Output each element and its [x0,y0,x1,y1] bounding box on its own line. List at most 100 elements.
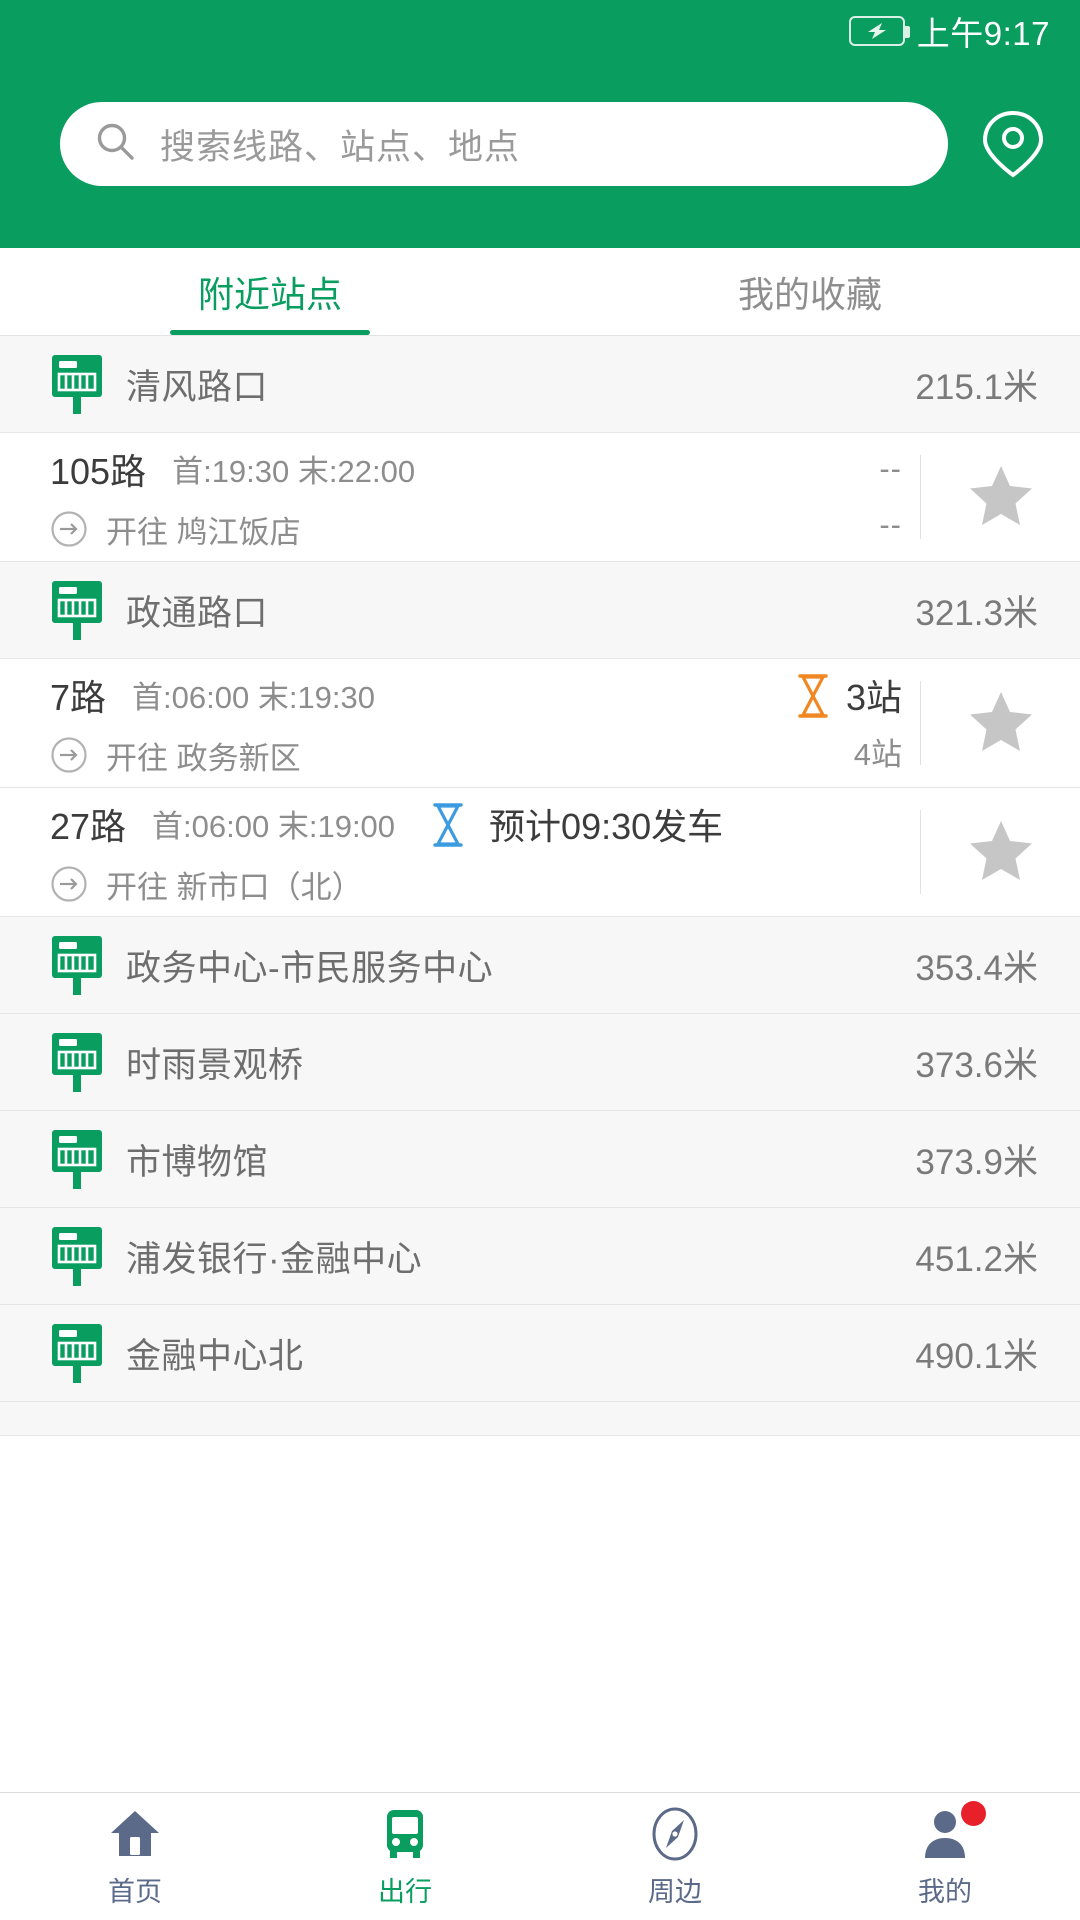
map-pin-icon[interactable] [974,102,1052,186]
favorite-toggle[interactable] [920,455,1080,539]
star-icon [968,463,1034,532]
bus-stop-sign-icon [50,1031,104,1093]
route-service-times: 首:06:00 末:19:30 [132,680,376,715]
route-number: 105路 [50,450,147,492]
arrow-right-circle-icon [50,865,88,903]
route-eta-primary: -- [879,451,902,486]
bus-stop-sign-icon [50,1128,104,1190]
tab-nearby-stations-label: 附近站点 [197,273,342,315]
route-eta-secondary-row: -- [879,504,902,546]
tab-nearby-stations[interactable]: 附近站点 [0,248,540,335]
route-row[interactable]: 105路 首:19:30 末:22:00 开往 鸠江饭店 -- -- [0,433,1080,562]
nearby-list[interactable]: 清风路口 215.1米 105路 首:19:30 末:22:00 开往 鸠江饭店… [0,336,1080,1792]
bus-stop-sign-icon [50,934,104,996]
favorite-toggle[interactable] [920,681,1080,765]
nav-item-travel-label: 出行 [378,1876,432,1907]
station-name: 清风路口 [126,367,269,407]
route-destination: 开往 政务新区 [50,733,600,778]
route-row[interactable]: 7路 首:06:00 末:19:30 开往 政务新区 3站 4站 [0,659,1080,788]
route-header: 105路 首:19:30 末:22:00 [50,443,600,495]
bottom-navigation: 首页 出行 周边 我的 [0,1792,1080,1920]
station-row[interactable]: 金融中心北 490.1米 [0,1305,1080,1402]
route-number: 27路 [50,805,127,847]
route-number: 7路 [50,676,107,718]
route-eta-primary-row: 3站 [794,673,902,718]
nav-item-nearby[interactable]: 周边 [540,1793,810,1920]
route-info: 27路 首:06:00 末:19:00 预计09:30发车 开往 新市口（北） [50,788,920,916]
nav-item-nearby-label: 周边 [648,1876,702,1907]
app-root: 上午9:17 搜索线路、站点、地点 附近站点 我的收藏 清风路口 215.1米 … [0,0,1080,1920]
star-icon [968,689,1034,758]
route-info: 7路 首:06:00 末:19:30 开往 政务新区 [50,659,600,787]
home-icon [106,1805,164,1863]
nav-item-profile-label: 我的 [918,1876,972,1907]
search-icon [94,120,138,169]
nav-item-travel[interactable]: 出行 [270,1793,540,1920]
route-eta-primary: 3站 [845,677,902,718]
route-eta-secondary: -- [879,507,902,542]
nav-item-profile[interactable]: 我的 [810,1793,1080,1920]
tab-my-favorites[interactable]: 我的收藏 [540,248,1080,335]
station-distance: 353.4米 [915,948,1038,988]
station-distance: 321.3米 [915,593,1038,633]
route-destination: 开往 鸠江饭店 [50,507,600,552]
station-distance: 373.9米 [915,1142,1038,1182]
route-eta-primary: 预计09:30发车 [489,805,724,847]
notification-badge [961,1800,986,1826]
station-row[interactable]: 政务中心-市民服务中心 353.4米 [0,917,1080,1014]
route-destination: 开往 新市口（北） [50,862,920,907]
segment-tabs: 附近站点 我的收藏 [0,248,1080,336]
search-input[interactable]: 搜索线路、站点、地点 [60,102,948,186]
tab-active-indicator [170,330,370,335]
app-header: 上午9:17 搜索线路、站点、地点 [0,0,1080,248]
route-row[interactable]: 27路 首:06:00 末:19:00 预计09:30发车 开往 新市口（北） [0,788,1080,917]
bus-stop-sign-icon [50,353,104,415]
station-name: 金融中心北 [126,1336,304,1376]
station-name: 政务中心-市民服务中心 [126,948,494,988]
route-destination-label: 开往 政务新区 [106,740,301,776]
station-name: 浦发银行·金融中心 [126,1239,423,1279]
route-eta: -- -- [600,433,920,561]
arrow-right-circle-icon [50,510,88,548]
bus-icon [376,1805,434,1863]
bus-stop-sign-icon [50,579,104,641]
bus-stop-sign-icon [50,1225,104,1287]
station-row[interactable]: 清风路口 215.1米 [0,336,1080,433]
route-service-times: 首:19:30 末:22:00 [172,454,416,489]
station-row[interactable]: 浦发银行·金融中心 451.2米 [0,1208,1080,1305]
station-name: 市博物馆 [126,1142,269,1182]
bus-stop-sign-icon [50,1322,104,1384]
person-icon [916,1800,986,1863]
nav-item-home-label: 首页 [108,1876,162,1907]
hourglass-icon-orange [794,673,832,718]
favorite-toggle[interactable] [920,810,1080,894]
route-eta-secondary: 4站 [853,736,902,772]
station-distance: 451.2米 [915,1239,1038,1279]
station-distance: 215.1米 [915,367,1038,407]
star-icon [968,818,1034,887]
route-service-times: 首:06:00 末:19:00 [152,809,396,844]
hourglass-icon-blue [429,802,467,847]
station-row[interactable]: 政通路口 321.3米 [0,562,1080,659]
route-header: 7路 首:06:00 末:19:30 [50,669,600,721]
route-destination-label: 开往 新市口（北） [106,869,363,905]
route-eta-secondary-row: 4站 [854,730,902,772]
search-placeholder: 搜索线路、站点、地点 [160,127,521,167]
route-info: 105路 首:19:30 末:22:00 开往 鸠江饭店 [50,433,600,561]
status-bar: 上午9:17 [0,0,1080,62]
nav-item-home[interactable]: 首页 [0,1793,270,1920]
route-eta-primary-row: -- [879,448,902,490]
compass-icon [646,1805,704,1863]
station-row[interactable]: 市博物馆 373.9米 [0,1111,1080,1208]
battery-charging-icon [848,16,910,46]
route-header: 27路 首:06:00 末:19:00 预计09:30发车 [50,798,920,850]
station-distance: 490.1米 [915,1336,1038,1376]
station-name: 时雨景观桥 [126,1045,304,1085]
tab-my-favorites-label: 我的收藏 [737,273,882,315]
status-bar-time: 上午9:17 [916,15,1050,52]
route-destination-label: 开往 鸠江饭店 [106,514,301,550]
route-eta: 3站 4站 [600,659,920,787]
station-row[interactable]: 时雨景观桥 373.6米 [0,1014,1080,1111]
station-distance: 373.6米 [915,1045,1038,1085]
station-name: 政通路口 [126,593,269,633]
